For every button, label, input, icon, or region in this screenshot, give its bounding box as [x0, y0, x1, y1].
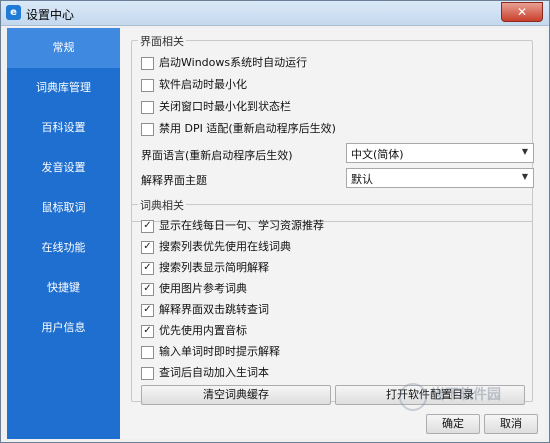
- cancel-button[interactable]: 取消: [484, 414, 538, 434]
- checkbox[interactable]: [141, 346, 154, 359]
- checkbox-checked[interactable]: ✓: [141, 283, 154, 296]
- sidebar-item-dictionary-library[interactable]: 词典库管理: [7, 68, 120, 108]
- checkbox-label: 优先使用内置音标: [159, 324, 247, 337]
- watermark-logo-icon: [399, 383, 427, 411]
- sidebar-item-encyclopedia[interactable]: 百科设置: [7, 108, 120, 148]
- checkbox-checked[interactable]: ✓: [141, 241, 154, 254]
- ui-group-title: 界面相关: [138, 33, 186, 49]
- theme-value: 默认: [351, 173, 373, 186]
- sidebar-item-pronunciation[interactable]: 发音设置: [7, 148, 120, 188]
- close-button[interactable]: ✕: [501, 2, 543, 22]
- checkbox[interactable]: [141, 101, 154, 114]
- language-value: 中文(简体): [351, 148, 404, 161]
- checkbox-label: 关闭窗口时最小化到状态栏: [159, 100, 291, 113]
- dictionary-settings-group: 词典相关 ✓ 显示在线每日一句、学习资源推荐 ✓ 搜索列表优先使用在线词典 ✓ …: [131, 197, 533, 405]
- sidebar-item-online[interactable]: 在线功能: [7, 228, 120, 268]
- sidebar-item-general[interactable]: 常规: [7, 28, 120, 68]
- checkbox-label: 查词后自动加入生词本: [159, 366, 269, 379]
- theme-label: 解释界面主题: [141, 174, 207, 187]
- dict-group-title: 词典相关: [138, 197, 186, 213]
- title-bar[interactable]: e 设置中心 ✕: [1, 1, 549, 26]
- checkbox[interactable]: [141, 79, 154, 92]
- checkbox-label: 启动Windows系统时自动运行: [159, 56, 308, 69]
- checkbox-label: 显示在线每日一句、学习资源推荐: [159, 219, 324, 232]
- language-select[interactable]: 中文(简体) ▼: [346, 143, 534, 163]
- sidebar-item-user-info[interactable]: 用户信息: [7, 308, 120, 348]
- watermark-text: 当下软件园: [431, 387, 501, 403]
- checkbox[interactable]: [141, 57, 154, 70]
- checkbox-label: 使用图片参考词典: [159, 282, 247, 295]
- checkbox-label: 禁用 DPI 适配(重新启动程序后生效): [159, 122, 336, 135]
- checkbox-checked[interactable]: ✓: [141, 220, 154, 233]
- checkbox-checked[interactable]: ✓: [141, 304, 154, 317]
- chevron-down-icon: ▼: [521, 147, 528, 156]
- chevron-down-icon: ▼: [521, 172, 528, 181]
- theme-select[interactable]: 默认 ▼: [346, 168, 534, 188]
- language-label: 界面语言(重新启动程序后生效): [141, 149, 293, 162]
- sidebar-item-mouse-lookup[interactable]: 鼠标取词: [7, 188, 120, 228]
- window-title: 设置中心: [26, 8, 75, 22]
- checkbox-label: 软件启动时最小化: [159, 78, 247, 91]
- checkbox[interactable]: [141, 123, 154, 136]
- sidebar: 常规 词典库管理 百科设置 发音设置 鼠标取词 在线功能 快捷键 用户信息: [7, 28, 120, 439]
- ok-button[interactable]: 确定: [426, 414, 480, 434]
- checkbox-checked[interactable]: ✓: [141, 325, 154, 338]
- ui-settings-group: 界面相关 启动Windows系统时自动运行 软件启动时最小化 关闭窗口时最小化到…: [131, 33, 534, 222]
- checkbox-checked[interactable]: ✓: [141, 262, 154, 275]
- clear-cache-button[interactable]: 清空词典缓存: [141, 385, 331, 405]
- checkbox[interactable]: [141, 367, 154, 380]
- watermark: 当下软件园: [399, 381, 539, 411]
- app-logo-icon: e: [6, 5, 21, 20]
- settings-window: e 设置中心 ✕ 常规 词典库管理 百科设置 发音设置 鼠标取词 在线功能 快捷…: [0, 0, 550, 443]
- sidebar-item-hotkeys[interactable]: 快捷键: [7, 268, 120, 308]
- checkbox-label: 解释界面双击跳转查词: [159, 303, 269, 316]
- settings-content: 界面相关 启动Windows系统时自动运行 软件启动时最小化 关闭窗口时最小化到…: [120, 28, 545, 439]
- checkbox-label: 搜索列表显示简明解释: [159, 261, 269, 274]
- checkbox-label: 搜索列表优先使用在线词典: [159, 240, 291, 253]
- checkbox-label: 输入单词时即时提示解释: [159, 345, 280, 358]
